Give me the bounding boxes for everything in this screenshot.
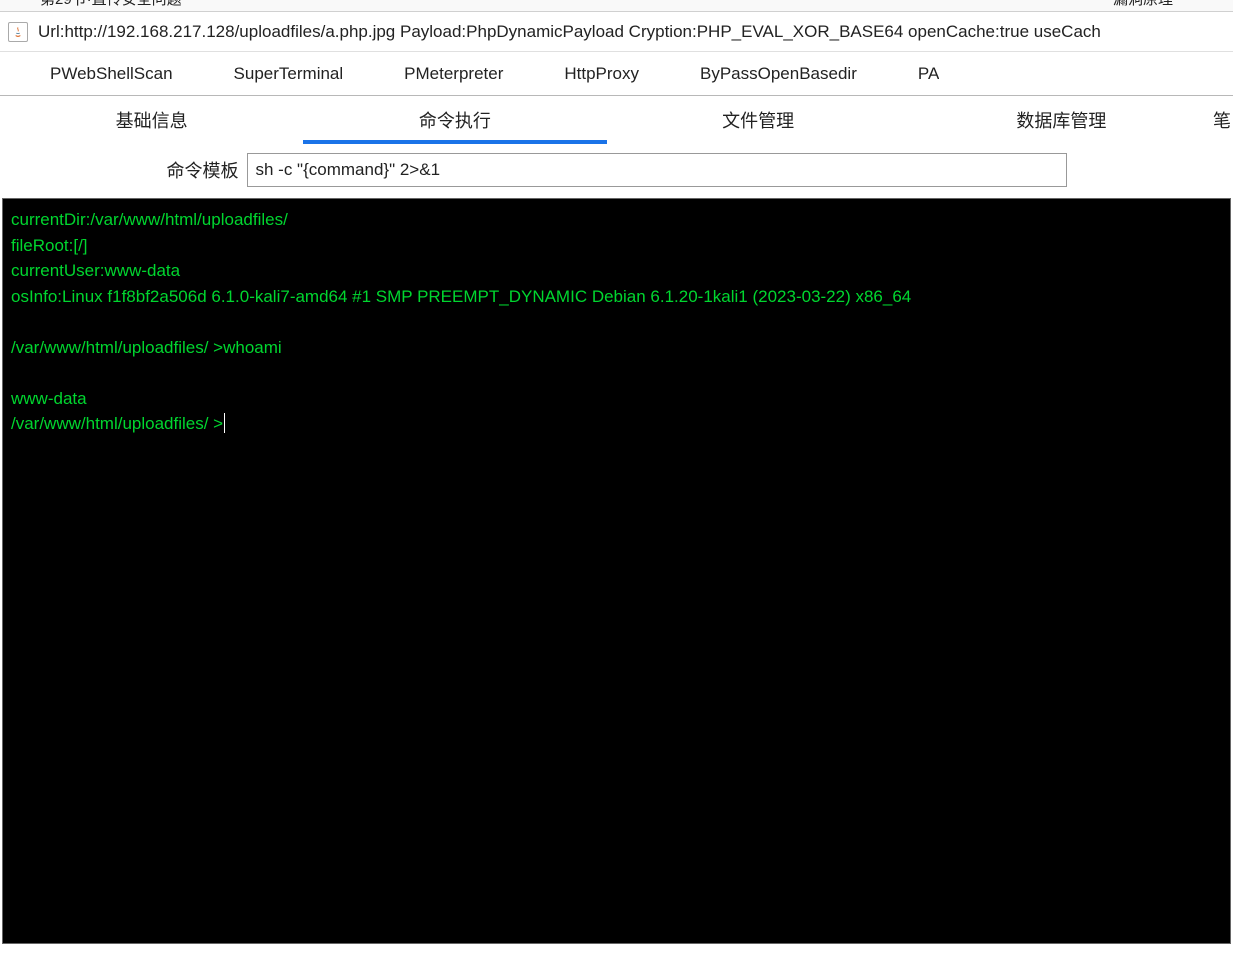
tab-file-manage[interactable]: 文件管理 (607, 96, 910, 144)
tab-label: 文件管理 (722, 107, 794, 133)
window-titlebar: Url:http://192.168.217.128/uploadfiles/a… (0, 12, 1233, 52)
java-icon (8, 22, 28, 42)
terminal-line: fileRoot:[/] (11, 236, 88, 255)
command-template-label: 命令模板 (167, 157, 239, 183)
window-title: Url:http://192.168.217.128/uploadfiles/a… (38, 22, 1101, 42)
terminal-line: osInfo:Linux f1f8bf2a506d 6.1.0-kali7-am… (11, 287, 911, 306)
terminal-line: currentDir:/var/www/html/uploadfiles/ (11, 210, 288, 229)
tab-basic-info[interactable]: 基础信息 (0, 96, 303, 144)
tab-label: HttpProxy (564, 64, 639, 84)
terminal-line: /var/www/html/uploadfiles/ >whoami (11, 338, 282, 357)
tab-pmeterpreter[interactable]: PMeterpreter (374, 52, 534, 95)
terminal-prompt: /var/www/html/uploadfiles/ > (11, 414, 223, 433)
tab-label: ByPassOpenBasedir (700, 64, 857, 84)
terminal-line: currentUser:www-data (11, 261, 180, 280)
tab-label: 笔 (1213, 107, 1231, 133)
tab-label: PA (918, 64, 939, 84)
tabs-upper-row: PWebShellScan SuperTerminal PMeterpreter… (0, 52, 1233, 96)
tab-label: 命令执行 (419, 107, 491, 133)
tab-label: 基础信息 (116, 107, 188, 133)
command-template-input[interactable] (247, 153, 1067, 187)
top-cutoff-bar: 第29节·直传安全问题 漏洞原理 (0, 0, 1233, 12)
tab-httpproxy[interactable]: HttpProxy (534, 52, 670, 95)
tab-partial-cutoff2[interactable]: 笔 (1213, 96, 1233, 144)
tab-label: SuperTerminal (234, 64, 344, 84)
tab-database-manage[interactable]: 数据库管理 (910, 96, 1213, 144)
tab-label: PWebShellScan (50, 64, 173, 84)
terminal-cursor (224, 413, 225, 433)
tab-partial-cutoff[interactable]: PA (888, 52, 940, 95)
tab-label: 数据库管理 (1016, 107, 1106, 133)
command-template-row: 命令模板 (0, 144, 1233, 196)
tab-command-exec[interactable]: 命令执行 (303, 96, 606, 144)
tab-pwebshellscan[interactable]: PWebShellScan (0, 52, 204, 95)
tab-superterminal[interactable]: SuperTerminal (204, 52, 375, 95)
tabs-lower-row: 基础信息 命令执行 文件管理 数据库管理 笔 (0, 96, 1233, 144)
tab-label: PMeterpreter (404, 64, 503, 84)
terminal-output[interactable]: currentDir:/var/www/html/uploadfiles/ fi… (2, 198, 1231, 944)
tab-bypassopenbasedir[interactable]: ByPassOpenBasedir (670, 52, 888, 95)
terminal-line: www-data (11, 389, 87, 408)
